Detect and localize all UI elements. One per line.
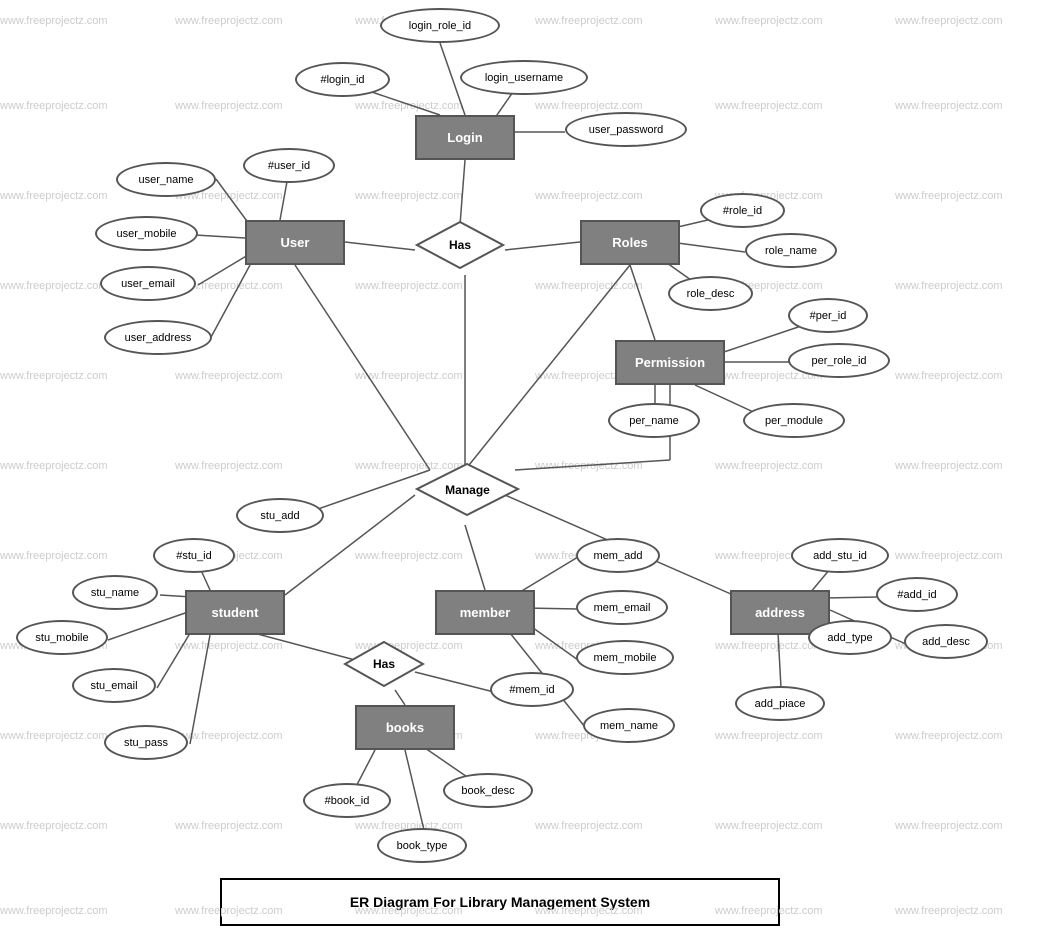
diagram-title: ER Diagram For Library Management System <box>220 878 780 926</box>
attr-user-password: user_password <box>565 112 687 147</box>
wm-53: www.freeprojectz.com <box>715 730 823 742</box>
attr-mem-add: mem_add <box>576 538 660 573</box>
attr-per-module: per_module <box>743 403 845 438</box>
wm-34: www.freeprojectz.com <box>535 460 643 472</box>
wm-19: www.freeprojectz.com <box>0 280 108 292</box>
entity-books: books <box>355 705 455 750</box>
attr-stu-id: #stu_id <box>153 538 235 573</box>
wm-30: www.freeprojectz.com <box>895 370 1003 382</box>
wm-13: www.freeprojectz.com <box>0 190 108 202</box>
wm-15: www.freeprojectz.com <box>355 190 463 202</box>
wm-56: www.freeprojectz.com <box>175 820 283 832</box>
watermark-5: www.freeprojectz.com <box>715 15 823 27</box>
wm-44: www.freeprojectz.com <box>175 640 283 652</box>
wm-b1: www.freeprojectz.com <box>0 905 108 917</box>
entity-student: student <box>185 590 285 635</box>
wm-18: www.freeprojectz.com <box>895 190 1003 202</box>
wm-42: www.freeprojectz.com <box>895 550 1003 562</box>
wm-24: www.freeprojectz.com <box>895 280 1003 292</box>
wm-59: www.freeprojectz.com <box>715 820 823 832</box>
entity-permission: Permission <box>615 340 725 385</box>
attr-stu-pass: stu_pass <box>104 725 188 760</box>
entity-login: Login <box>415 115 515 160</box>
attr-user-mobile: user_mobile <box>95 216 198 251</box>
attr-user-address: user_address <box>104 320 212 355</box>
attr-mem-mobile: mem_mobile <box>576 640 674 675</box>
watermark-4: www.freeprojectz.com <box>535 15 643 27</box>
entity-user: User <box>245 220 345 265</box>
relationship-has1: Has <box>415 220 505 270</box>
wm-27: www.freeprojectz.com <box>355 370 463 382</box>
wm-55: www.freeprojectz.com <box>0 820 108 832</box>
wm-50: www.freeprojectz.com <box>175 730 283 742</box>
entity-member: member <box>435 590 535 635</box>
attr-add-stu-id: add_stu_id <box>791 538 889 573</box>
attr-stu-add: stu_add <box>236 498 324 533</box>
relationship-has2: Has <box>343 640 425 688</box>
watermark-12: www.freeprojectz.com <box>895 100 1003 112</box>
watermark-7: www.freeprojectz.com <box>0 100 108 112</box>
wm-54: www.freeprojectz.com <box>895 730 1003 742</box>
attr-login-username: login_username <box>460 60 588 95</box>
wm-36: www.freeprojectz.com <box>895 460 1003 472</box>
wm-31: www.freeprojectz.com <box>0 460 108 472</box>
wm-16: www.freeprojectz.com <box>535 190 643 202</box>
wm-32: www.freeprojectz.com <box>175 460 283 472</box>
attr-mem-name: mem_name <box>583 708 675 743</box>
wm-22: www.freeprojectz.com <box>535 280 643 292</box>
attr-login-id: #login_id <box>295 62 390 97</box>
attr-per-name: per_name <box>608 403 700 438</box>
attr-role-id: #role_id <box>700 193 785 228</box>
watermark-1: www.freeprojectz.com <box>0 15 108 27</box>
attr-user-id: #user_id <box>243 148 335 183</box>
attr-stu-email: stu_email <box>72 668 156 703</box>
wm-39: www.freeprojectz.com <box>355 550 463 562</box>
watermark-9: www.freeprojectz.com <box>355 100 463 112</box>
wm-47: www.freeprojectz.com <box>715 640 823 652</box>
watermark-2: www.freeprojectz.com <box>175 15 283 27</box>
attr-book-id: #book_id <box>303 783 391 818</box>
attr-role-desc: role_desc <box>668 276 753 311</box>
watermark-6: www.freeprojectz.com <box>895 15 1003 27</box>
watermark-10: www.freeprojectz.com <box>535 100 643 112</box>
entity-roles: Roles <box>580 220 680 265</box>
wm-25: www.freeprojectz.com <box>0 370 108 382</box>
wm-26: www.freeprojectz.com <box>175 370 283 382</box>
wm-49: www.freeprojectz.com <box>0 730 108 742</box>
wm-21: www.freeprojectz.com <box>355 280 463 292</box>
attr-user-email: user_email <box>100 266 196 301</box>
attr-mem-id: #mem_id <box>490 672 574 707</box>
wm-35: www.freeprojectz.com <box>715 460 823 472</box>
attr-add-id: #add_id <box>876 577 958 612</box>
attr-login-role-id: login_role_id <box>380 8 500 43</box>
attr-user-name: user_name <box>116 162 216 197</box>
relationship-manage: Manage <box>415 462 520 517</box>
wm-37: www.freeprojectz.com <box>0 550 108 562</box>
attr-per-id: #per_id <box>788 298 868 333</box>
wm-b6: www.freeprojectz.com <box>895 905 1003 917</box>
wm-58: www.freeprojectz.com <box>535 820 643 832</box>
attr-add-type: add_type <box>808 620 892 655</box>
attr-mem-email: mem_email <box>576 590 668 625</box>
attr-add-desc: add_desc <box>904 624 988 659</box>
wm-60: www.freeprojectz.com <box>895 820 1003 832</box>
watermark-8: www.freeprojectz.com <box>175 100 283 112</box>
attr-stu-name: stu_name <box>72 575 158 610</box>
attr-stu-mobile: stu_mobile <box>16 620 108 655</box>
attr-role-name: role_name <box>745 233 837 268</box>
watermark-11: www.freeprojectz.com <box>715 100 823 112</box>
attr-per-role-id: per_role_id <box>788 343 890 378</box>
attr-book-desc: book_desc <box>443 773 533 808</box>
attr-add-place: add_piace <box>735 686 825 721</box>
attr-book-type: book_type <box>377 828 467 863</box>
